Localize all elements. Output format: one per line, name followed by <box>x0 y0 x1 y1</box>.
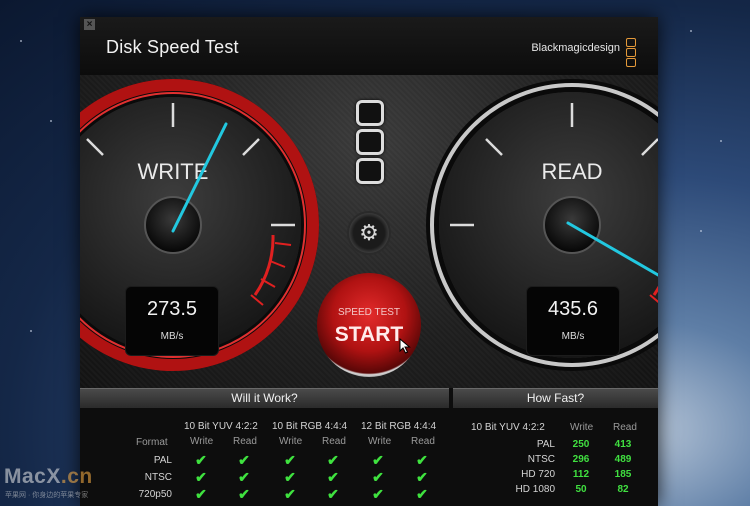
group-label: 10 Bit YUV 4:2:2 <box>184 421 258 432</box>
format-row-label: PAL <box>153 455 172 466</box>
check-icon: ✔ <box>238 486 250 502</box>
check-icon: ✔ <box>416 452 428 468</box>
will-it-work-header: Will it Work? <box>80 388 449 408</box>
write-column-header: Write <box>190 436 214 447</box>
check-icon: ✔ <box>372 452 384 468</box>
check-icon: ✔ <box>327 486 339 502</box>
disk-speed-test-window: × Disk Speed Test Blackmagicdesign WRITE… <box>80 17 658 506</box>
how-fast-read-value: 82 <box>617 484 629 495</box>
start-button-subtitle: SPEED TEST <box>337 307 401 318</box>
read-readout: 435.6 MB/s <box>526 286 620 356</box>
watermark-subtitle: 苹果网 · 你身边的苹果专家 <box>5 492 89 499</box>
check-icon: ✔ <box>238 452 250 468</box>
check-icon: ✔ <box>238 469 250 485</box>
how-fast-read-header: Read <box>613 422 637 433</box>
read-column-header: Read <box>322 436 346 447</box>
check-icon: ✔ <box>195 452 207 468</box>
brand-name: Blackmagicdesign <box>531 42 620 54</box>
write-value: 273.5 <box>146 298 198 320</box>
check-icon: ✔ <box>195 486 207 502</box>
gear-icon: ⚙ <box>359 220 379 245</box>
mouse-cursor-icon <box>399 338 411 354</box>
format-row-label: NTSC <box>144 472 172 483</box>
check-icon: ✔ <box>416 486 428 502</box>
check-icon: ✔ <box>284 452 296 468</box>
how-fast-format: HD 720 <box>521 469 555 480</box>
watermark-text: MacX <box>4 465 61 488</box>
check-icon: ✔ <box>372 486 384 502</box>
write-readout: 273.5 MB/s <box>125 286 219 356</box>
check-icon: ✔ <box>416 469 428 485</box>
write-column-header: Write <box>279 436 303 447</box>
how-fast-write-value: 112 <box>572 469 590 480</box>
check-icon: ✔ <box>284 469 296 485</box>
write-unit: MB/s <box>160 331 184 342</box>
how-fast-group-label: 10 Bit YUV 4:2:2 <box>471 422 545 433</box>
watermark: MacX.cn <box>4 465 93 489</box>
check-icon: ✔ <box>284 486 296 502</box>
how-fast-read-value: 185 <box>614 469 632 480</box>
format-column-header: Format <box>136 437 168 448</box>
check-icon: ✔ <box>327 452 339 468</box>
check-icon: ✔ <box>372 469 384 485</box>
how-fast-read-value: 413 <box>614 439 632 450</box>
how-fast-write-header: Write <box>570 422 594 433</box>
blackmagic-logo-icon <box>626 38 636 67</box>
read-column-header: Read <box>411 436 435 447</box>
title-bar: × Disk Speed Test Blackmagicdesign <box>80 17 658 76</box>
group-label: 10 Bit RGB 4:4:4 <box>272 421 348 432</box>
how-fast-header: How Fast? <box>453 388 658 408</box>
read-value: 435.6 <box>547 298 599 320</box>
format-row-label: 720p50 <box>138 489 172 500</box>
read-gauge-label: READ <box>541 159 602 184</box>
blackmagic-emblem-icon <box>356 100 384 187</box>
settings-button[interactable]: ⚙ <box>349 213 389 253</box>
how-fast-format: HD 1080 <box>515 484 555 495</box>
how-fast-write-value: 250 <box>572 439 590 450</box>
results-tables: Will it Work? How Fast? 10 Bit YUV 4:2:2… <box>80 388 658 506</box>
write-column-header: Write <box>368 436 392 447</box>
read-column-header: Read <box>233 436 257 447</box>
group-label: 12 Bit RGB 4:4:4 <box>361 421 437 432</box>
how-fast-format: NTSC <box>527 454 555 465</box>
check-icon: ✔ <box>195 469 207 485</box>
close-button[interactable]: × <box>84 19 95 30</box>
how-fast-read-value: 489 <box>614 454 632 465</box>
app-title: Disk Speed Test <box>106 37 239 57</box>
watermark-suffix: .cn <box>60 465 93 488</box>
how-fast-format: PAL <box>536 439 555 450</box>
how-fast-write-value: 296 <box>572 454 590 465</box>
how-fast-write-value: 50 <box>575 484 587 495</box>
read-unit: MB/s <box>561 331 585 342</box>
check-icon: ✔ <box>327 469 339 485</box>
start-button[interactable]: SPEED TEST START <box>317 273 421 377</box>
